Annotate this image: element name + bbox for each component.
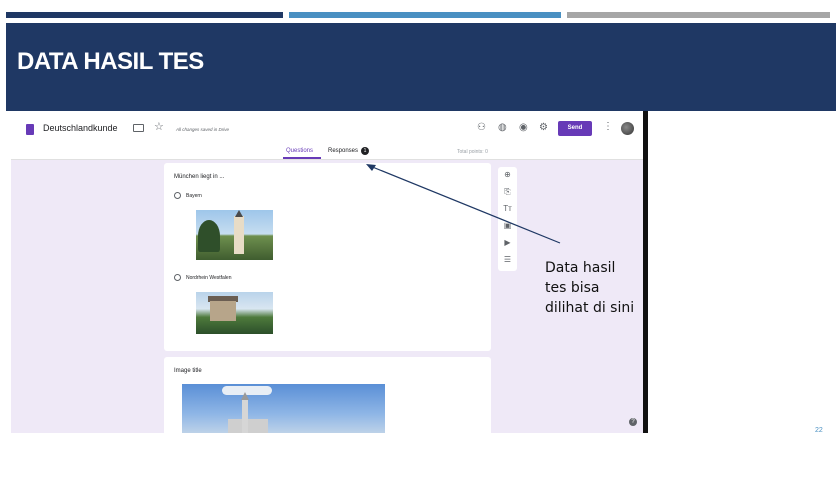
import-questions-icon[interactable]: ⎘ <box>498 187 517 197</box>
add-section-icon[interactable]: ☰ <box>498 255 517 264</box>
annotation-line-3: dilihat di sini <box>545 300 635 316</box>
customize-theme-icon[interactable]: ◍ <box>498 122 507 133</box>
image-card[interactable]: Image title <box>164 357 491 433</box>
church-spire-shape <box>235 210 243 217</box>
add-image-icon[interactable]: ▣ <box>498 221 517 230</box>
church-tower-shape <box>234 216 244 254</box>
option-label-2[interactable]: Nordrhein Westfalen <box>186 275 232 281</box>
saved-status: All changes saved in Drive <box>176 127 230 132</box>
slide-number: 22 <box>815 427 823 434</box>
accent-bar-gray <box>567 12 830 18</box>
image-card-title[interactable]: Image title <box>174 368 202 374</box>
option-label-1[interactable]: Bayern <box>186 193 202 199</box>
annotation-line-2: tes bisa <box>545 280 600 296</box>
radio-option-1[interactable] <box>174 192 181 199</box>
star-icon[interactable]: ☆ <box>154 120 164 133</box>
settings-icon[interactable]: ⚙ <box>539 122 548 133</box>
tab-questions[interactable]: Questions <box>286 148 313 154</box>
add-video-icon[interactable]: ▶ <box>498 238 517 247</box>
doc-title[interactable]: Deutschlandkunde <box>43 123 118 133</box>
help-icon[interactable]: ? <box>629 418 637 426</box>
castle-spire-shape <box>241 392 249 400</box>
forms-doc-icon <box>26 124 34 135</box>
total-points: Total points: 0 <box>457 149 488 155</box>
radio-option-2[interactable] <box>174 274 181 281</box>
active-tab-indicator <box>283 157 321 159</box>
moated-castle-shape <box>210 301 236 321</box>
send-button[interactable]: Send <box>558 121 592 136</box>
add-question-icon[interactable]: ⊕ <box>498 170 517 179</box>
form-side-toolbar: ⊕ ⎘ Tт ▣ ▶ ☰ <box>498 167 517 271</box>
responses-count-badge: 1 <box>361 147 369 155</box>
castle-body-shape <box>228 419 268 433</box>
option-2-image <box>196 292 273 334</box>
form-tabs: Questions Responses 1 Total points: 0 <box>11 141 643 160</box>
slide-title: DATA HASIL TES <box>17 48 204 75</box>
preview-icon[interactable]: ◉ <box>519 122 528 133</box>
annotation-line-1: Data hasil <box>545 260 616 276</box>
tab-responses[interactable]: Responses <box>328 148 358 154</box>
tree-shape <box>198 220 220 252</box>
add-title-icon[interactable]: Tт <box>498 204 517 213</box>
more-options-icon[interactable]: ⋮ <box>603 121 613 132</box>
palette-icon[interactable]: ⚇ <box>477 122 486 133</box>
folder-icon[interactable] <box>133 124 144 132</box>
castle-tower-shape <box>242 399 248 433</box>
question-card[interactable]: München liegt in ... Bayern Nordrhein We… <box>164 163 491 351</box>
accent-bar-navy <box>6 12 283 18</box>
option-1-image <box>196 210 273 260</box>
accent-bar-blue <box>289 12 561 18</box>
castle-image <box>182 384 385 433</box>
avatar[interactable] <box>621 122 634 135</box>
question-title[interactable]: München liegt in ... <box>174 174 224 180</box>
annotation-text: Data hasil tes bisa dilihat di sini <box>545 258 655 318</box>
